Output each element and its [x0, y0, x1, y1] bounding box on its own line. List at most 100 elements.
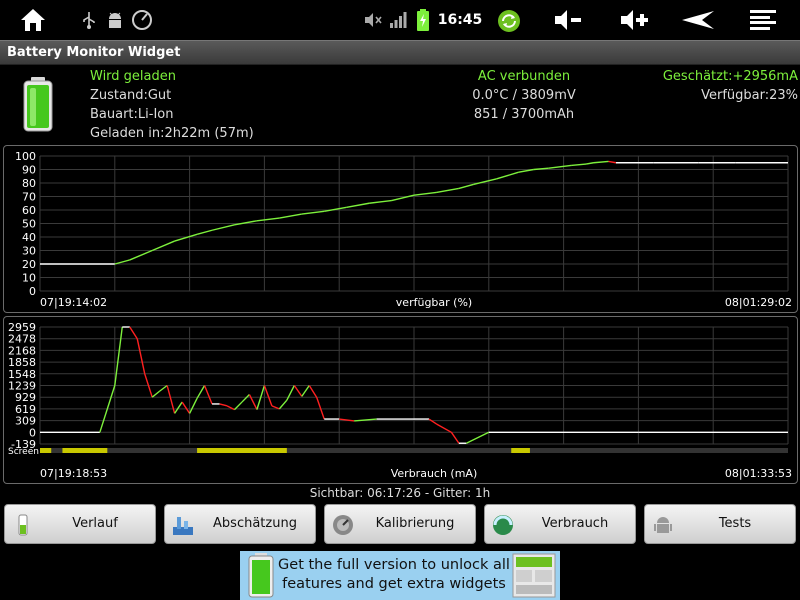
tests-button-label: Tests — [718, 516, 752, 531]
y-tick-label: 1239 — [8, 380, 36, 393]
series-segment — [151, 390, 161, 398]
series-segment — [585, 162, 594, 165]
series-segment — [263, 385, 273, 407]
ad-widget-preview-icon — [512, 553, 556, 598]
estimate-button[interactable]: Abschätzung — [164, 504, 316, 544]
series-segment — [286, 385, 295, 401]
charged-in: Geladen in:2h22m (57m) — [90, 126, 254, 141]
app-title: Battery Monitor Widget — [7, 45, 181, 60]
consumption-button[interactable]: Verbrauch — [484, 504, 636, 544]
clock: 16:45 — [437, 12, 483, 28]
y-tick-label: 2959 — [8, 321, 36, 334]
x-axis-label: Verbrauch (mA) — [391, 467, 478, 480]
chart-consumption: -139 0 309 619 929 1239 1548 1858 2168 2478 2959 Sc… — [3, 316, 798, 484]
series-segment — [174, 233, 198, 242]
gauge-icon — [130, 8, 154, 32]
series-segment — [571, 163, 587, 167]
screen-bar-label: Screen — [8, 447, 39, 457]
sync-icon — [496, 8, 522, 34]
android-debug-icon — [104, 10, 126, 30]
series-segment — [308, 385, 318, 398]
back-icon[interactable] — [678, 8, 718, 32]
series-segment — [324, 206, 347, 213]
series-segment — [301, 385, 310, 397]
y-tick-label: 90 — [22, 164, 36, 177]
consumption-button-label: Verbrauch — [541, 516, 609, 531]
battery-health: Zustand:Gut — [90, 88, 172, 103]
series-segment — [136, 338, 146, 374]
capacity: 851 / 3700mAh — [473, 107, 575, 122]
screen-on-segment — [62, 448, 108, 453]
screen-on-segment — [40, 448, 52, 453]
series-segment — [159, 384, 168, 392]
series-segment — [188, 397, 198, 414]
x-start-label: 07|19:18:53 — [40, 467, 107, 480]
volume-up-icon[interactable] — [618, 8, 650, 32]
series-segment — [256, 217, 280, 222]
battery-icon — [18, 76, 58, 132]
estimate-button-label: Abschätzung — [213, 516, 297, 531]
home-icon[interactable] — [18, 6, 48, 34]
visible-grid-info: Sichtbar: 06:17:26 - Gitter: 1h — [309, 486, 491, 500]
volume-down-icon[interactable] — [552, 8, 584, 32]
ad-text: Get the full version to unlock all featu… — [278, 557, 510, 592]
series-segment — [211, 224, 235, 231]
series-segment — [129, 326, 138, 340]
y-tick-label: 60 — [22, 204, 36, 217]
app-title-bar: Battery Monitor Widget — [0, 40, 800, 65]
y-tick-label: 100 — [15, 150, 36, 163]
y-tick-label: 40 — [22, 231, 36, 244]
y-tick-label: 50 — [22, 218, 36, 231]
tests-button[interactable]: Tests — [644, 504, 796, 544]
series-segment — [114, 326, 123, 386]
series-segment — [369, 199, 392, 204]
series-segment — [316, 397, 325, 420]
y-tick-label: 70 — [22, 191, 36, 204]
series-segment — [293, 385, 303, 397]
series-segment — [114, 259, 130, 265]
series-segment — [413, 191, 437, 196]
y-tick-label: 30 — [22, 245, 36, 258]
series-segment — [174, 401, 183, 414]
x-end-label: 08|01:33:53 — [725, 467, 792, 480]
series-segment — [181, 401, 191, 414]
calibration-button[interactable]: Kalibrierung — [324, 504, 476, 544]
y-tick-label: 0 — [29, 285, 36, 298]
calibration-icon — [333, 515, 353, 535]
series-segment — [278, 399, 288, 410]
y-tick-label: 10 — [22, 272, 36, 285]
x-axis-label: verfügbar (%) — [396, 296, 472, 309]
series-segment — [234, 220, 258, 226]
series-segment — [548, 164, 572, 169]
screen-on-segment — [197, 448, 287, 453]
ad-banner[interactable]: Get the full version to unlock all featu… — [240, 551, 560, 600]
series-segment — [219, 403, 228, 407]
y-tick-label: 929 — [15, 391, 36, 404]
y-tick-label: 1858 — [8, 356, 36, 369]
series-segment — [608, 160, 617, 164]
series-segment — [279, 213, 302, 219]
usb-icon — [80, 10, 98, 30]
series-segment — [428, 418, 437, 425]
y-tick-label: 20 — [22, 258, 36, 271]
battery-small-icon — [18, 514, 28, 536]
series-segment — [436, 423, 452, 433]
calibration-button-label: Kalibrierung — [375, 516, 455, 531]
series-segment — [129, 249, 153, 261]
history-button[interactable]: Verlauf — [4, 504, 156, 544]
ad-battery-icon — [248, 553, 274, 598]
y-tick-label: 0 — [29, 426, 36, 439]
screen-bar-track — [40, 448, 788, 453]
menu-icon[interactable] — [748, 8, 778, 32]
series-segment — [196, 385, 206, 399]
y-tick-label: 309 — [15, 415, 36, 428]
chart-available: 0 10 20 30 40 50 60 70 80 90 100 07|19:14:02 verfügb… — [3, 145, 798, 313]
status-bar: 16:45 — [0, 0, 800, 40]
series-segment — [466, 431, 490, 444]
signal-icon — [388, 10, 408, 30]
ac-status: AC verbunden — [477, 69, 571, 84]
android-icon — [654, 517, 672, 533]
mute-icon — [362, 10, 384, 30]
series-segment — [473, 178, 497, 186]
chart-available-plot: 0102030405060708090100 07|19:14:02 verfügb… — [15, 150, 792, 309]
